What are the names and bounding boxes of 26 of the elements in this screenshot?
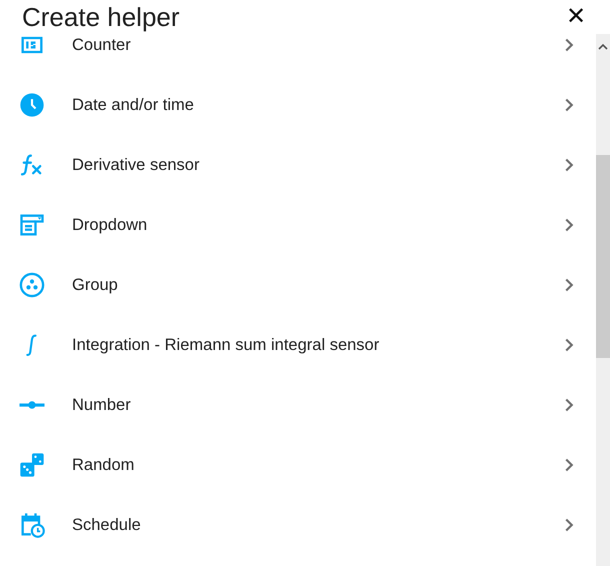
list-item[interactable]: Number xyxy=(0,375,596,435)
list-item[interactable]: Date and/or time xyxy=(0,75,596,135)
dialog-title: Create helper xyxy=(22,2,180,32)
slider-icon xyxy=(18,400,46,410)
clock-icon xyxy=(18,91,46,119)
list-item[interactable]: Integration - Riemann sum integral sensor xyxy=(0,315,596,375)
list-item[interactable]: Dropdown xyxy=(0,195,596,255)
item-label: Group xyxy=(72,276,119,294)
item-label: Schedule xyxy=(72,516,142,534)
scrollbar[interactable] xyxy=(596,34,610,566)
item-label: Dropdown xyxy=(72,216,148,234)
list-item[interactable]: Counter xyxy=(0,34,596,75)
item-label: Date and/or time xyxy=(72,96,195,114)
list-item[interactable]: Random xyxy=(0,435,596,495)
item-label: Derivative sensor xyxy=(72,156,200,174)
list-item[interactable]: Schedule xyxy=(0,495,596,555)
item-label: Counter xyxy=(72,36,132,54)
list-item[interactable]: Group xyxy=(0,255,596,315)
circle-dots-icon xyxy=(18,271,46,299)
item-label: Random xyxy=(72,456,136,474)
list-item[interactable]: Derivative sensor xyxy=(0,135,596,195)
dice-icon xyxy=(18,451,46,479)
scroll-thumb[interactable] xyxy=(596,155,610,358)
item-label: Number xyxy=(72,396,132,414)
item-label: Integration - Riemann sum integral sensor xyxy=(72,336,380,354)
close-button[interactable]: ✕ xyxy=(566,5,586,29)
